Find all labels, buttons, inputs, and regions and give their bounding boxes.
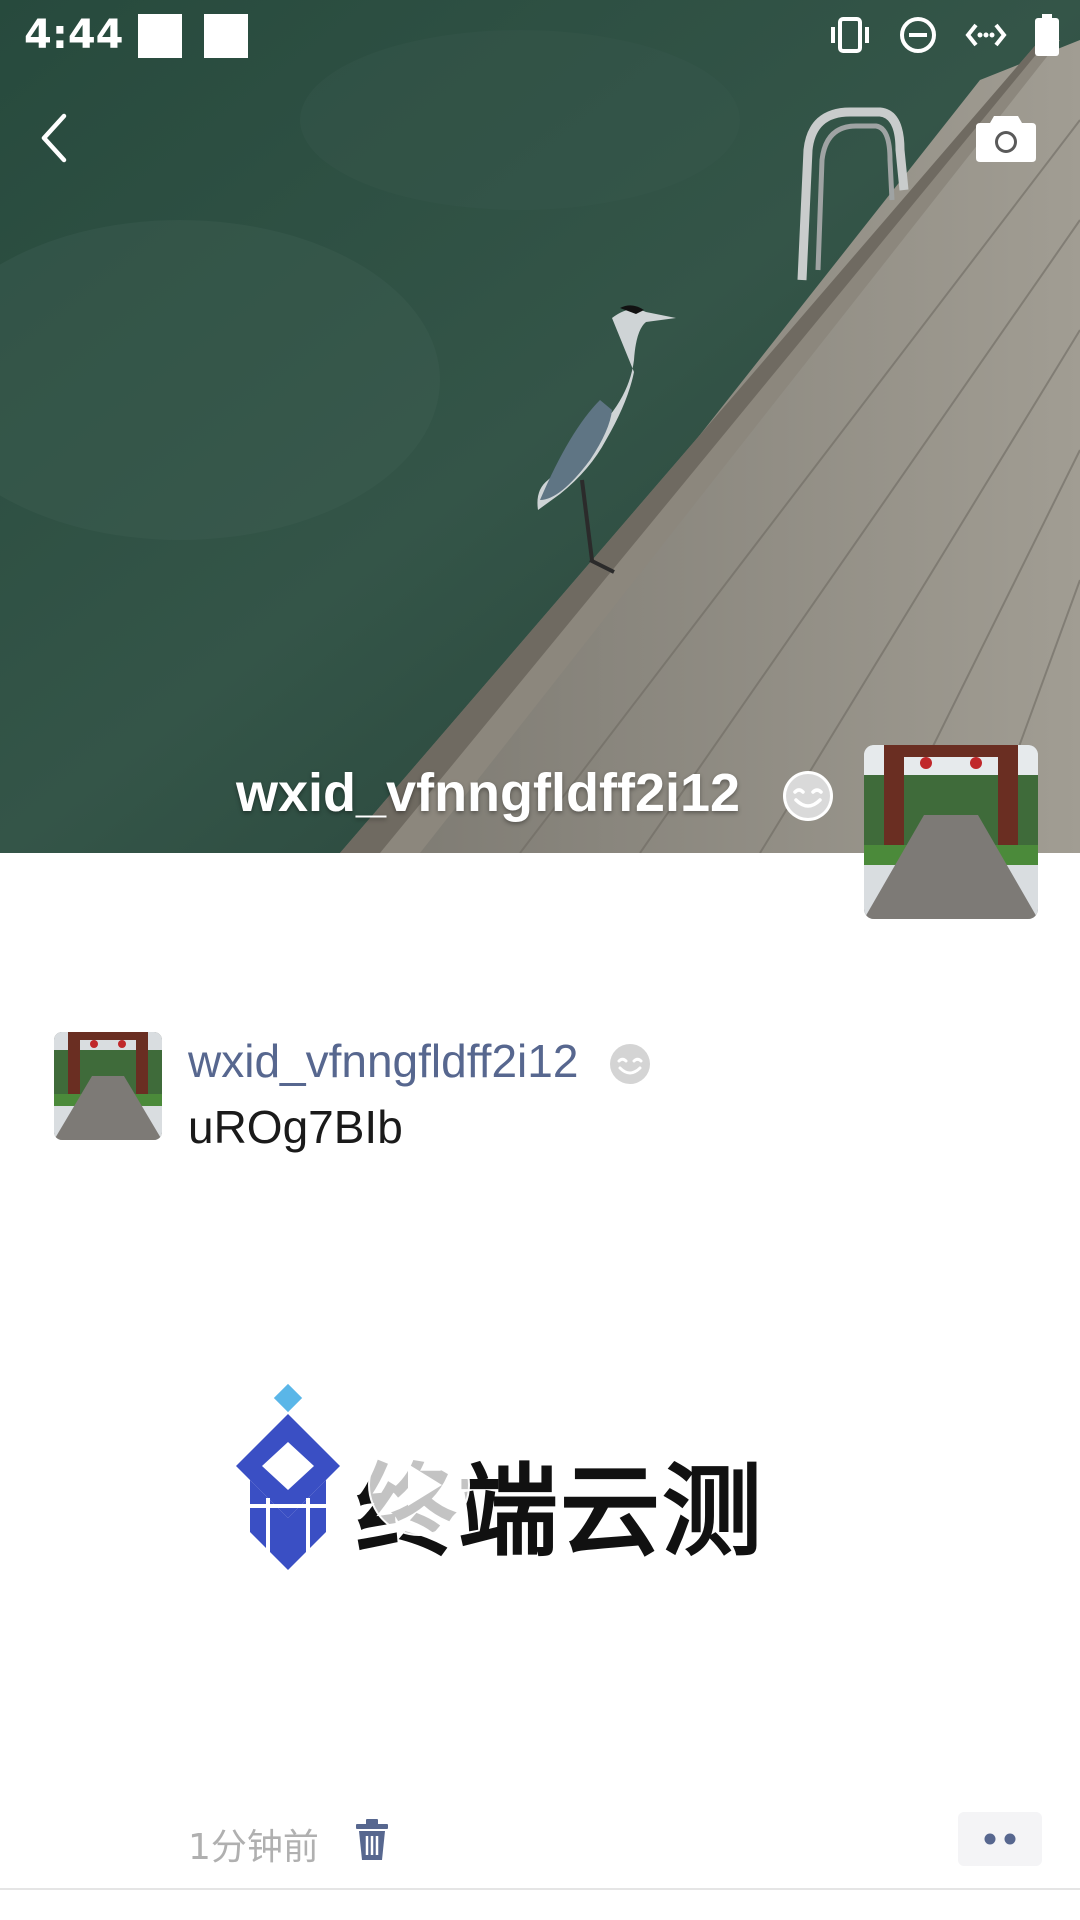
play-button[interactable] — [368, 1434, 470, 1536]
post-timestamp: 1分钟前 — [188, 1827, 319, 1868]
cover-scene-image — [0, 0, 1080, 853]
notification-icon — [138, 14, 182, 58]
camera-icon — [976, 116, 1036, 162]
smile-icon[interactable] — [782, 770, 834, 822]
post-divider — [0, 1888, 1080, 1890]
logo-icon — [236, 1383, 340, 1570]
more-actions-button[interactable] — [958, 1812, 1042, 1866]
post-author-name[interactable]: wxid_vfnngfldff2i12 — [188, 1034, 578, 1088]
battery-icon — [1034, 14, 1060, 60]
more-dots-icon — [984, 1833, 1016, 1845]
cover-photo[interactable]: 4:44 wxid_vfnngfldff2i12 — [0, 0, 1080, 853]
data-transfer-icon — [964, 15, 1008, 59]
profile-name[interactable]: wxid_vfnngfldff2i12 — [236, 762, 740, 824]
smile-icon — [608, 1042, 652, 1086]
do-not-disturb-icon — [898, 15, 938, 59]
trash-icon — [356, 1819, 388, 1860]
post-text: uROg7BIb — [188, 1101, 403, 1153]
camera-button[interactable] — [974, 110, 1038, 164]
back-button[interactable] — [30, 108, 80, 168]
vibrate-icon — [828, 15, 872, 59]
status-bar: 4:44 — [0, 0, 1080, 76]
notification-icon — [204, 14, 248, 58]
play-icon — [408, 1464, 442, 1506]
delete-button[interactable] — [352, 1818, 392, 1862]
status-time: 4:44 — [24, 12, 124, 58]
post-author-avatar[interactable] — [54, 1032, 162, 1140]
profile-avatar[interactable] — [864, 745, 1038, 919]
chevron-left-icon — [41, 113, 67, 163]
